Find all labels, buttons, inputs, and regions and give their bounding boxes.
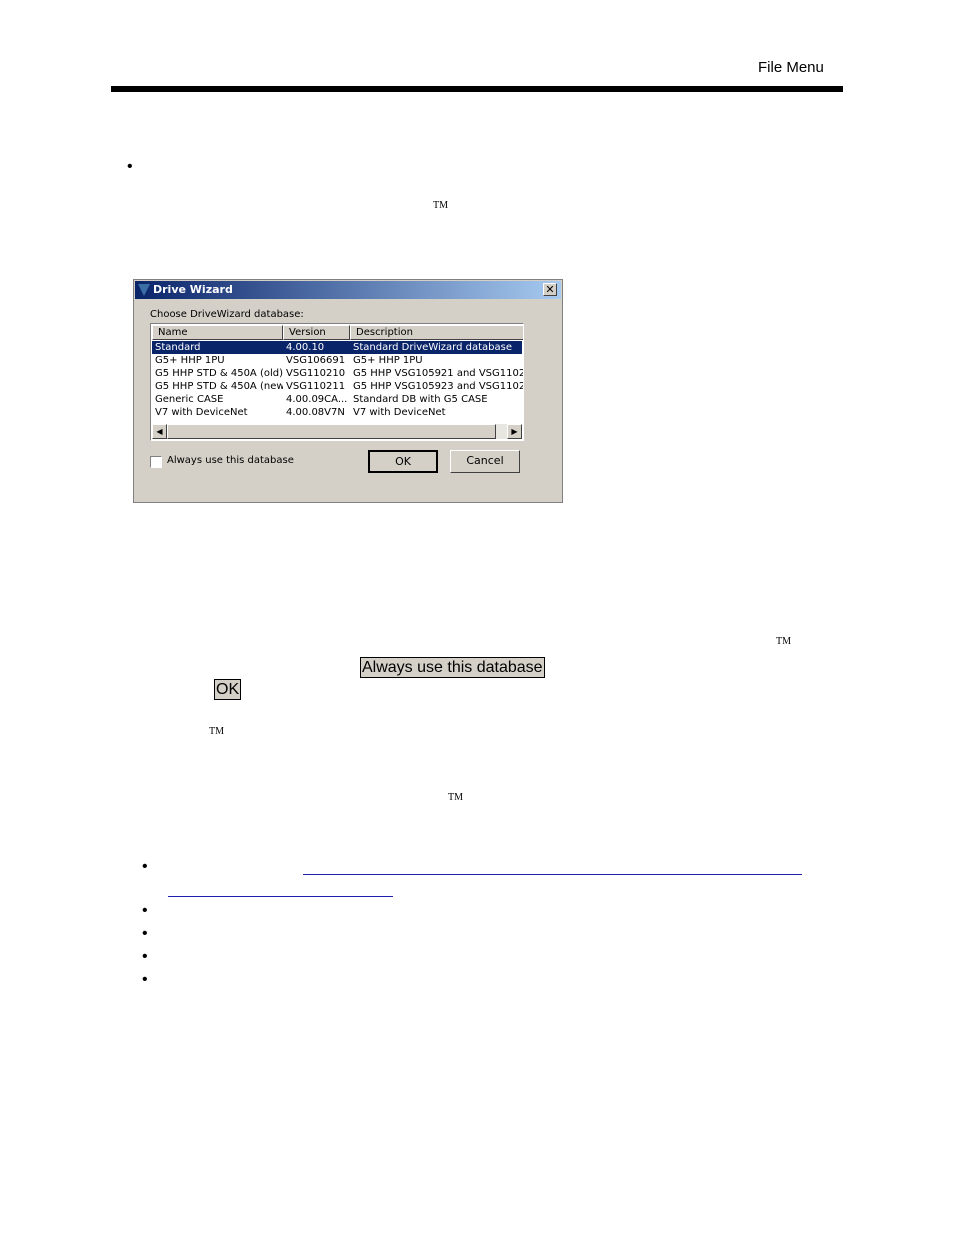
bullet-1: • <box>127 158 133 175</box>
page-header-title: File Menu <box>758 59 824 76</box>
cell-version: VSG106691 <box>286 355 346 366</box>
close-icon: ✕ <box>545 283 555 296</box>
scroll-left-button[interactable]: ◀ <box>152 424 167 439</box>
cell-version: VSG110211 <box>286 381 346 392</box>
tm-mark-2: TM <box>776 636 791 647</box>
scroll-right-button[interactable]: ▶ <box>507 424 522 439</box>
ok-button[interactable]: OK <box>368 450 438 473</box>
always-use-checkbox[interactable] <box>150 456 162 468</box>
scroll-thumb[interactable] <box>167 424 496 439</box>
column-header-version[interactable]: Version <box>283 325 350 340</box>
horizontal-scrollbar[interactable]: ◀ ▶ <box>152 424 522 439</box>
cancel-button[interactable]: Cancel <box>450 450 520 473</box>
drive-wizard-app-icon <box>138 284 150 296</box>
bullet-2: • <box>142 858 148 875</box>
database-list[interactable]: Name Version Description Standard 4.00.10… <box>150 323 524 441</box>
cell-version: 4.00.08V7N <box>286 407 345 418</box>
cell-description: V7 with DeviceNet <box>353 407 446 418</box>
cell-name: Standard <box>155 342 201 353</box>
column-header-description[interactable]: Description <box>350 325 523 340</box>
cell-version: VSG110210 <box>286 368 346 379</box>
header-rule <box>111 86 843 92</box>
inline-ref-ok: OK <box>214 679 242 700</box>
close-button[interactable]: ✕ <box>543 283 557 296</box>
cell-version: 4.00.09CA... <box>286 394 348 405</box>
database-prompt-label: Choose DriveWizard database: <box>150 309 304 320</box>
cell-name: Generic CASE <box>155 394 224 405</box>
tm-mark-4: TM <box>448 792 463 803</box>
dialog-titlebar[interactable]: Drive Wizard ✕ <box>135 281 561 299</box>
cell-description: G5 HHP VSG105923 and VSG110211 <box>353 381 523 392</box>
table-row[interactable]: G5 HHP STD & 450A (new) VSG110211 G5 HHP V… <box>152 380 523 393</box>
cell-description: Standard DB with G5 CASE <box>353 394 488 405</box>
inline-ref-always-use: Always use this database <box>360 657 545 678</box>
bullet-6: • <box>142 971 148 988</box>
always-use-checkbox-label[interactable]: Always use this database <box>167 455 294 466</box>
column-header-name[interactable]: Name <box>152 325 283 340</box>
tm-mark-1: TM <box>433 200 448 211</box>
arrow-right-icon: ▶ <box>511 427 518 436</box>
cell-name: V7 with DeviceNet <box>155 407 248 418</box>
table-row[interactable]: G5 HHP STD & 450A (old) VSG110210 G5 HHP V… <box>152 367 523 380</box>
hyperlink-underline-2[interactable] <box>168 896 393 897</box>
hyperlink-underline-1[interactable] <box>303 874 802 875</box>
table-row[interactable]: G5+ HHP 1PU VSG106691 G5+ HHP 1PU <box>152 354 522 367</box>
table-row[interactable]: V7 with DeviceNet 4.00.08V7N V7 with Devic… <box>152 406 522 419</box>
arrow-left-icon: ◀ <box>156 427 163 436</box>
table-row[interactable]: Generic CASE 4.00.09CA... Standard DB with… <box>152 393 522 406</box>
table-row[interactable]: Standard 4.00.10 Standard DriveWizard data… <box>152 341 522 354</box>
dialog-title: Drive Wizard <box>153 283 233 296</box>
cell-name: G5+ HHP 1PU <box>155 355 225 366</box>
cell-version: 4.00.10 <box>286 342 325 353</box>
tm-mark-3: TM <box>209 726 224 737</box>
bullet-5: • <box>142 948 148 965</box>
cell-name: G5 HHP STD & 450A (new) <box>155 381 283 392</box>
drive-wizard-dialog: Drive Wizard ✕ Choose DriveWizard databa… <box>133 279 563 503</box>
cell-description: G5+ HHP 1PU <box>353 355 423 366</box>
bullet-4: • <box>142 925 148 942</box>
cell-description: G5 HHP VSG105921 and VSG110210 <box>353 368 523 379</box>
cell-name: G5 HHP STD & 450A (old) <box>155 368 283 379</box>
cell-description: Standard DriveWizard database <box>353 342 512 353</box>
bullet-3: • <box>142 902 148 919</box>
